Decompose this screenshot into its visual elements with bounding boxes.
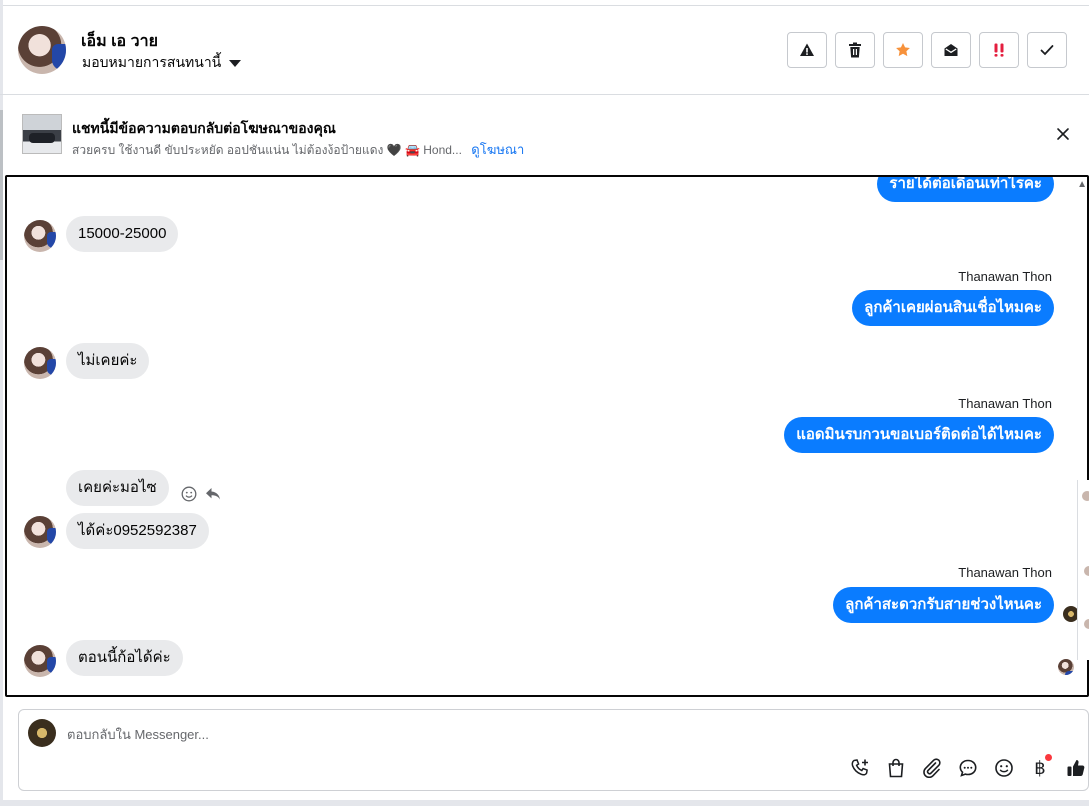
message-bubble-incoming[interactable]: ได้ค่ะ0952592387 bbox=[66, 513, 209, 549]
smiley-icon bbox=[995, 759, 1013, 777]
assign-conversation-dropdown[interactable]: มอบหมายการสนทนานี้ bbox=[82, 52, 242, 74]
adjacent-avatar bbox=[1082, 491, 1089, 501]
warning-icon bbox=[800, 43, 814, 56]
notification-dot bbox=[1045, 754, 1052, 761]
ad-banner-title: แชทนี้มีข้อความตอบกลับต่อโฆษณาของคุณ bbox=[72, 120, 336, 136]
inbox-conversation-page: เอ็ม เอ วาย มอบหมายการสนทนานี้ แชทนี้มีข… bbox=[0, 0, 1089, 806]
message-bubble-outgoing[interactable]: ลูกค้าเคยผ่อนสินเชื่อไหมคะ bbox=[852, 290, 1054, 326]
contact-avatar[interactable] bbox=[18, 26, 66, 74]
conversation-header: เอ็ม เอ วาย มอบหมายการสนทนานี้ bbox=[0, 6, 1089, 95]
mark-important-button[interactable] bbox=[979, 32, 1019, 68]
sender-name: Thanawan Thon bbox=[958, 396, 1052, 411]
page-avatar bbox=[28, 719, 56, 747]
mark-unread-button[interactable] bbox=[931, 32, 971, 68]
ad-description-text: สวยครบ ใช้งานดี ขับประหยัด ออปชันแน่น ไม… bbox=[72, 143, 462, 157]
ad-thumbnail[interactable] bbox=[22, 114, 62, 154]
baht-icon: ฿ bbox=[1034, 757, 1046, 779]
like-button[interactable] bbox=[1064, 756, 1088, 780]
contact-avatar-small[interactable] bbox=[24, 220, 56, 252]
message-bubble-outgoing[interactable]: รายได้ต่อเดือนเท่าไรคะ bbox=[877, 177, 1054, 202]
open-envelope-icon bbox=[944, 44, 958, 56]
double-exclamation-icon bbox=[994, 43, 1004, 57]
ad-banner-description: สวยครบ ใช้งานดี ขับประหยัด ออปชันแน่น ไม… bbox=[72, 139, 524, 160]
payment-button[interactable]: ฿ bbox=[1028, 754, 1052, 780]
message-bubble-incoming[interactable]: ไม่เคยค่ะ bbox=[66, 343, 150, 379]
message-thread[interactable]: ▲ รายได้ต่อเดือนเท่าไรคะ 15000-25000 Tha… bbox=[5, 175, 1089, 697]
message-bubble-incoming[interactable]: ตอนนี้ก้อได้ค่ะ bbox=[66, 640, 183, 676]
delete-button[interactable] bbox=[835, 32, 875, 68]
adjacent-panel-edge bbox=[1077, 480, 1089, 660]
adjacent-avatar bbox=[1084, 566, 1089, 576]
sender-name: Thanawan Thon bbox=[958, 565, 1052, 580]
mark-done-button[interactable] bbox=[1027, 32, 1067, 68]
shop-button[interactable] bbox=[884, 756, 908, 780]
message-bubble-incoming[interactable]: เคยค่ะมอไซ bbox=[66, 470, 169, 506]
contact-avatar-small[interactable] bbox=[24, 347, 56, 379]
phone-plus-icon bbox=[851, 759, 868, 776]
thumbs-up-icon bbox=[1067, 760, 1085, 776]
contact-name[interactable]: เอ็ม เอ วาย bbox=[81, 29, 158, 54]
reply-arrow-icon[interactable] bbox=[205, 487, 221, 501]
paperclip-icon bbox=[923, 758, 941, 778]
message-hover-actions bbox=[181, 486, 221, 502]
assign-label: มอบหมายการสนทนานี้ bbox=[82, 54, 222, 70]
close-banner-button[interactable] bbox=[1055, 126, 1071, 142]
composer-tools: ฿ bbox=[848, 754, 1088, 780]
chat-bubble-icon bbox=[959, 759, 977, 777]
view-ad-link[interactable]: ดูโฆษณา bbox=[471, 142, 524, 157]
adjacent-avatar bbox=[1084, 619, 1089, 629]
message-bubble-outgoing[interactable]: แอดมินรบกวนขอเบอร์ติดต่อได้ไหมคะ bbox=[784, 417, 1054, 453]
star-icon bbox=[896, 43, 910, 57]
close-icon bbox=[1057, 128, 1069, 140]
conversation-actions bbox=[787, 32, 1067, 68]
attach-button[interactable] bbox=[920, 756, 944, 780]
react-smiley-icon[interactable] bbox=[181, 486, 197, 502]
scroll-up-arrow-icon[interactable]: ▲ bbox=[1077, 179, 1087, 190]
trash-icon bbox=[849, 42, 861, 58]
bottom-edge bbox=[0, 800, 1089, 806]
message-bubble-incoming[interactable]: 15000-25000 bbox=[66, 216, 179, 252]
shopping-bag-icon bbox=[888, 758, 904, 778]
reply-input[interactable] bbox=[67, 725, 667, 743]
ad-reply-banner: แชทนี้มีข้อความตอบกลับต่อโฆษณาของคุณ สวย… bbox=[0, 96, 1089, 174]
report-spam-button[interactable] bbox=[787, 32, 827, 68]
checkmark-icon bbox=[1040, 45, 1054, 56]
message-bubble-outgoing[interactable]: ลูกค้าสะดวกรับสายช่วงไหนคะ bbox=[833, 587, 1054, 623]
seen-by-contact-avatar bbox=[1058, 659, 1074, 675]
contact-avatar-small[interactable] bbox=[24, 516, 56, 548]
call-button[interactable] bbox=[848, 756, 872, 780]
saved-replies-button[interactable] bbox=[956, 756, 980, 780]
caret-down-icon bbox=[229, 60, 242, 67]
contact-avatar-small[interactable] bbox=[24, 645, 56, 677]
star-button[interactable] bbox=[883, 32, 923, 68]
sender-name: Thanawan Thon bbox=[958, 269, 1052, 284]
reply-composer: ฿ bbox=[18, 709, 1089, 791]
emoji-button[interactable] bbox=[992, 756, 1016, 780]
